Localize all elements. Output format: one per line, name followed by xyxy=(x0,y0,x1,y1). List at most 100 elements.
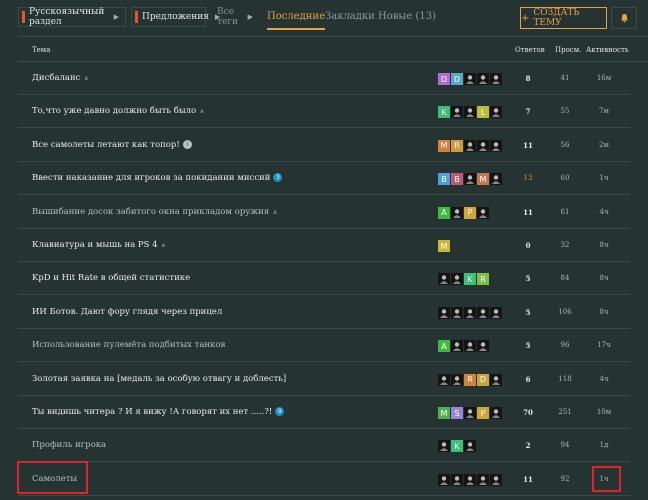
avatar[interactable]: R xyxy=(464,373,476,386)
activity-time[interactable]: 10м xyxy=(584,408,624,416)
activity-time[interactable]: 17ч xyxy=(584,341,624,349)
avatar[interactable] xyxy=(464,173,476,186)
activity-time[interactable]: 8ч xyxy=(584,308,624,316)
avatar[interactable] xyxy=(477,340,489,353)
avatar[interactable] xyxy=(451,473,463,486)
avatar[interactable] xyxy=(451,106,463,119)
avatar[interactable]: P xyxy=(464,206,476,219)
avatar[interactable] xyxy=(438,306,450,319)
avatar[interactable] xyxy=(464,473,476,486)
avatar[interactable] xyxy=(438,273,450,286)
avatar[interactable] xyxy=(490,407,502,419)
poster-avatars: AP xyxy=(438,206,489,219)
activity-time[interactable]: 4ч xyxy=(584,208,624,216)
avatar[interactable]: B xyxy=(451,173,463,186)
avatar[interactable] xyxy=(464,306,476,319)
topic-title-link[interactable]: KpD и Hit Rate в общей статистике xyxy=(32,273,190,283)
header-topic[interactable]: Тема xyxy=(32,46,50,54)
avatar[interactable]: S xyxy=(451,407,463,419)
avatar[interactable]: D xyxy=(477,373,489,386)
avatar[interactable]: R xyxy=(451,139,463,152)
activity-time[interactable]: 1ч xyxy=(584,174,624,182)
header-views[interactable]: Просм. xyxy=(555,46,581,54)
tab-new[interactable]: Новые (13) xyxy=(378,11,436,22)
activity-time[interactable]: 2м xyxy=(584,141,624,149)
avatar[interactable]: K xyxy=(464,273,476,286)
avatar[interactable] xyxy=(438,440,450,453)
tab-latest[interactable]: Последние xyxy=(267,11,326,30)
category-dropdown[interactable]: Русскоязычный раздел ▶ xyxy=(18,7,126,27)
avatar[interactable] xyxy=(464,106,476,119)
topic-title-link[interactable]: ИИ Ботов. Дают фору глядя через прицел xyxy=(32,307,222,317)
activity-time[interactable]: 8ч xyxy=(584,241,624,249)
avatar[interactable] xyxy=(451,273,463,286)
avatar[interactable]: P xyxy=(477,407,489,419)
avatar[interactable]: L xyxy=(477,106,489,119)
unread-count-badge[interactable]: 3 xyxy=(273,173,283,183)
avatar[interactable]: K xyxy=(451,440,463,453)
avatar[interactable] xyxy=(438,473,450,486)
topic-title-link[interactable]: Профиль игрока xyxy=(32,440,106,450)
avatar[interactable] xyxy=(464,340,476,353)
avatar[interactable] xyxy=(477,139,489,152)
avatar[interactable]: B xyxy=(438,173,450,186)
avatar[interactable] xyxy=(464,139,476,152)
avatar[interactable] xyxy=(451,306,463,319)
avatar[interactable]: A xyxy=(438,340,450,353)
topic-title-link[interactable]: То,что уже давно должно быть было ▲ xyxy=(32,106,204,116)
avatar[interactable]: D xyxy=(438,73,450,85)
activity-time[interactable]: 7м xyxy=(584,107,624,115)
avatar[interactable] xyxy=(477,73,489,85)
activity-time[interactable]: 1д xyxy=(584,441,624,449)
avatar[interactable] xyxy=(464,440,476,453)
activity-time[interactable]: 4ч xyxy=(584,375,624,383)
tags-label: Все теги xyxy=(217,7,239,27)
avatar[interactable] xyxy=(477,306,489,319)
avatar[interactable] xyxy=(490,106,502,119)
topic-title-link[interactable]: Вышибание досок забитого окна прикладом … xyxy=(32,207,277,217)
avatar[interactable]: R xyxy=(477,273,489,286)
avatar[interactable] xyxy=(490,73,502,85)
pinned-info-icon[interactable]: i xyxy=(182,139,192,149)
avatar[interactable] xyxy=(464,407,476,419)
subcategory-dropdown[interactable]: Предложения ▶ xyxy=(131,7,220,27)
views-count: 32 xyxy=(560,241,570,249)
avatar[interactable] xyxy=(438,373,450,386)
tags-dropdown[interactable]: Все теги ▶ xyxy=(206,7,260,27)
topic-title-link[interactable]: Золотая заявка на [медаль за особую отва… xyxy=(32,374,286,384)
topic-title-link[interactable]: Ввести наказание для игроков за покидани… xyxy=(32,173,283,183)
unread-count-badge[interactable]: 9 xyxy=(275,407,285,416)
avatar[interactable] xyxy=(490,173,502,186)
create-topic-button[interactable]: + СОЗДАТЬ ТЕМУ xyxy=(520,7,607,29)
header-activity[interactable]: Активность xyxy=(586,46,629,54)
avatar[interactable] xyxy=(490,306,502,319)
avatar[interactable] xyxy=(490,373,502,386)
tab-bookmarks[interactable]: Закладки xyxy=(325,11,375,22)
avatar[interactable]: M xyxy=(477,173,489,186)
avatar[interactable] xyxy=(451,340,463,353)
avatar[interactable]: K xyxy=(438,106,450,119)
avatar[interactable] xyxy=(490,473,502,486)
avatar[interactable] xyxy=(490,139,502,152)
topic-title-link[interactable]: Клавиатура и мышь на PS 4 ▲ xyxy=(32,240,165,250)
avatar[interactable] xyxy=(451,373,463,386)
topic-title-link[interactable]: Все самолеты летают как топор! i xyxy=(32,139,192,150)
avatar[interactable] xyxy=(464,73,476,85)
avatar[interactable]: M xyxy=(438,407,450,419)
avatar[interactable]: M xyxy=(438,139,450,152)
avatar[interactable] xyxy=(451,206,463,219)
avatar[interactable] xyxy=(477,206,489,219)
topic-title-link[interactable]: Использование пулемёта подбитых танков xyxy=(32,340,225,350)
avatar[interactable]: A xyxy=(438,206,450,219)
topic-title-text: Использование пулемёта подбитых танков xyxy=(32,340,226,351)
activity-time[interactable]: 8ч xyxy=(584,274,624,282)
table-row: Профиль игрока K 2 94 1д xyxy=(18,429,630,463)
header-replies[interactable]: Ответов xyxy=(515,46,545,54)
avatar[interactable]: M xyxy=(438,240,450,252)
topic-title-link[interactable]: Ты видишь читера ? И я вижу !А говорят и… xyxy=(32,407,285,417)
topic-title-link[interactable]: Дисбаланс ▲ xyxy=(32,73,88,83)
notifications-button[interactable] xyxy=(611,7,637,29)
avatar[interactable]: D xyxy=(451,73,463,85)
avatar[interactable] xyxy=(477,473,489,486)
activity-time[interactable]: 16м xyxy=(584,74,624,82)
